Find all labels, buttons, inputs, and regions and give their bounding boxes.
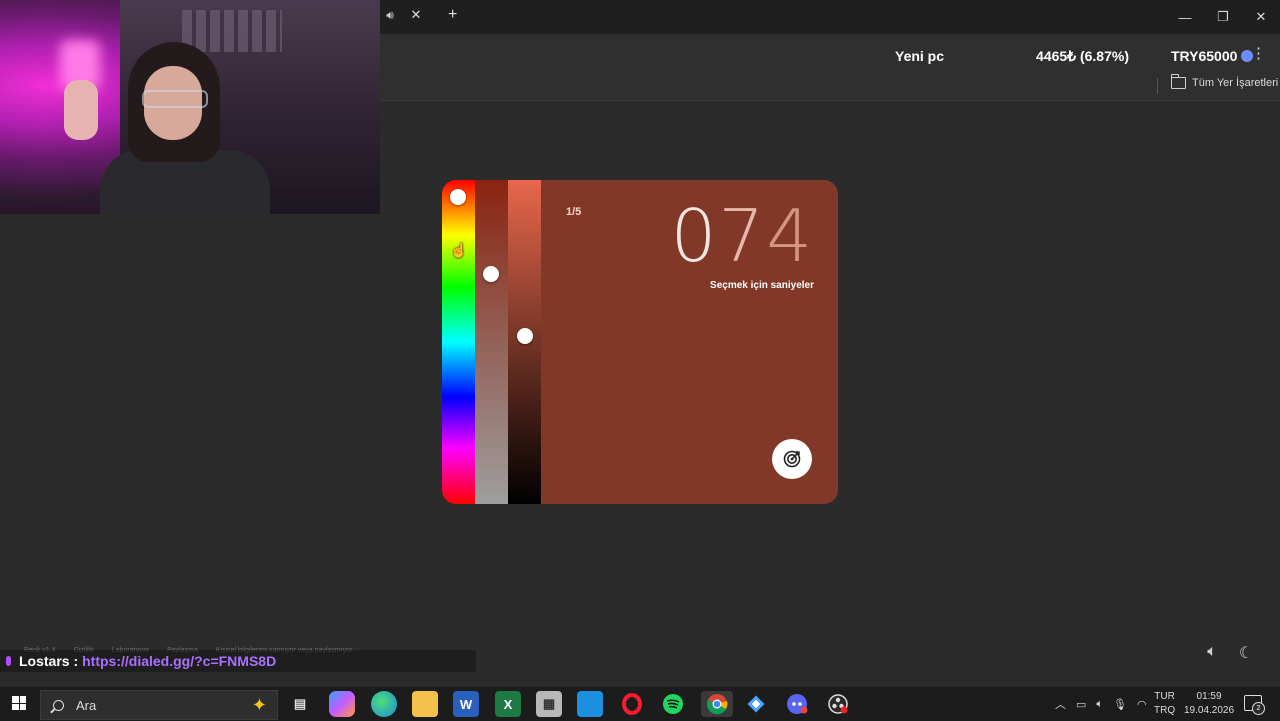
sound-toggle-icon[interactable]: 🔈︎: [1202, 643, 1222, 663]
browser-menu-icon[interactable]: ⋮: [1251, 44, 1266, 62]
hue-slider-handle[interactable]: [450, 189, 466, 205]
app-diamond-icon[interactable]: [743, 691, 769, 717]
mic-icon: [6, 656, 11, 666]
timer-digit: 4: [766, 194, 814, 278]
color-game-card: 1/5 074 Seçmek için saniyeler: [442, 180, 838, 504]
clock[interactable]: 01:59 19.04.2026: [1184, 690, 1234, 718]
chat-message: Lostars : https://dialed.gg/?c=FNMS8D: [0, 650, 476, 672]
speaker-icon[interactable]: 🔊︎: [382, 8, 398, 23]
language-code: TUR: [1154, 691, 1175, 702]
edge-icon[interactable]: [371, 691, 397, 717]
countdown-timer: 074: [671, 200, 814, 272]
volume-icon[interactable]: 🔈︎: [1096, 698, 1103, 711]
battery-icon[interactable]: ▭: [1076, 698, 1086, 711]
goal-target: TRY65000: [1171, 48, 1238, 64]
obs-icon[interactable]: [825, 691, 851, 717]
timer-digit: 0: [670, 194, 719, 278]
task-view-icon[interactable]: ▤: [287, 691, 313, 717]
hand-cursor-icon: ☝: [450, 242, 468, 258]
webcam-feed: [0, 0, 380, 214]
spotify-icon[interactable]: [660, 691, 686, 717]
timer-caption: Seçmek için saniyeler: [710, 280, 814, 291]
notification-count: 2: [1252, 702, 1265, 715]
sparkle-icon: ✦: [251, 694, 267, 715]
chat-username: Lostars :: [19, 653, 79, 669]
chrome-icon[interactable]: [701, 691, 733, 717]
new-tab-button[interactable]: +: [448, 6, 457, 24]
taskbar-search[interactable]: Ara ✦: [40, 690, 278, 720]
dark-mode-icon[interactable]: ☾: [1236, 643, 1256, 663]
excel-icon[interactable]: X: [495, 691, 521, 717]
system-tray: ︿ ▭ 🔈︎ 🎙︎ ◠: [1050, 687, 1152, 721]
clock-time: 01:59: [1196, 691, 1222, 702]
keyboard-layout: TRQ: [1154, 705, 1176, 716]
discord-icon[interactable]: [784, 691, 810, 717]
opera-icon[interactable]: [619, 691, 645, 717]
word-icon[interactable]: W: [453, 691, 479, 717]
webcam-glasses: [142, 90, 208, 108]
brightness-slider-handle[interactable]: [517, 328, 533, 344]
goal-name: Yeni pc: [893, 46, 945, 68]
all-bookmarks-label: Tüm Yer İşaretleri: [1192, 77, 1279, 89]
window-controls: — ❐ ✕: [1166, 0, 1280, 34]
search-icon: [53, 699, 64, 711]
restore-button[interactable]: ❐: [1204, 0, 1242, 34]
webcam-photo-wall: [182, 10, 282, 52]
store-icon[interactable]: [577, 691, 603, 717]
copilot-icon[interactable]: [329, 691, 355, 717]
chevron-up-icon[interactable]: ︿: [1055, 696, 1066, 712]
round-counter: 1/5: [566, 206, 582, 218]
language-indicator[interactable]: TUR TRQ: [1154, 690, 1175, 718]
submit-color-button[interactable]: [772, 439, 812, 479]
goal-amount: 4465₺ (6.87%): [1036, 47, 1129, 64]
taskbar: Ara ✦ ▤ W X ▦ ︿ ▭ 🔈︎ 🎙︎ ◠ TUR TRQ 01:59 …: [0, 686, 1280, 721]
wifi-icon[interactable]: ◠: [1137, 698, 1147, 711]
webcam-hand: [64, 80, 98, 140]
start-button[interactable]: [12, 696, 26, 710]
stream-goal: Yeni pc 4465₺ (6.87%) TRY65000: [893, 44, 1254, 68]
saturation-slider-handle[interactable]: [483, 266, 499, 282]
minimize-button[interactable]: —: [1166, 0, 1204, 34]
saturation-slider[interactable]: [475, 180, 508, 504]
folder-icon: [1171, 74, 1186, 89]
file-explorer-icon[interactable]: [412, 691, 438, 717]
all-bookmarks-button[interactable]: Tüm Yer İşaretleri: [1171, 74, 1279, 89]
calculator-icon[interactable]: ▦: [536, 691, 562, 717]
search-placeholder: Ara: [76, 697, 97, 713]
clock-date: 19.04.2026: [1184, 705, 1235, 716]
notification-icon[interactable]: 2: [1244, 695, 1265, 715]
bookmarks-divider: [1157, 78, 1158, 94]
close-tab-icon[interactable]: ✕: [408, 7, 424, 23]
close-window-button[interactable]: ✕: [1242, 0, 1280, 34]
target-icon: [783, 450, 801, 468]
hue-slider[interactable]: [442, 180, 475, 504]
microphone-icon[interactable]: 🎙︎: [1113, 698, 1127, 711]
chat-link[interactable]: https://dialed.gg/?c=FNMS8D: [82, 653, 276, 669]
tab-controls: 🔊︎ ✕ +: [382, 6, 457, 24]
timer-digit: 7: [718, 194, 767, 278]
